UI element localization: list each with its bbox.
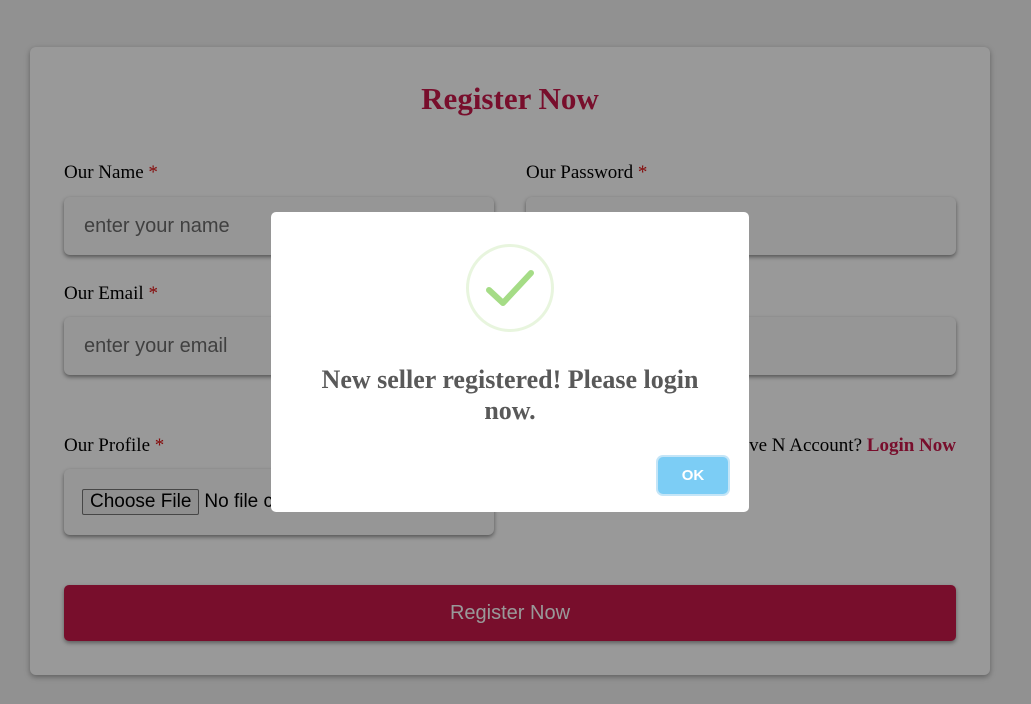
success-check-icon bbox=[466, 244, 554, 332]
success-dialog: New seller registered! Please login now.… bbox=[271, 212, 749, 512]
dialog-message: New seller registered! Please login now. bbox=[321, 365, 699, 425]
ok-button[interactable]: OK bbox=[658, 457, 728, 494]
